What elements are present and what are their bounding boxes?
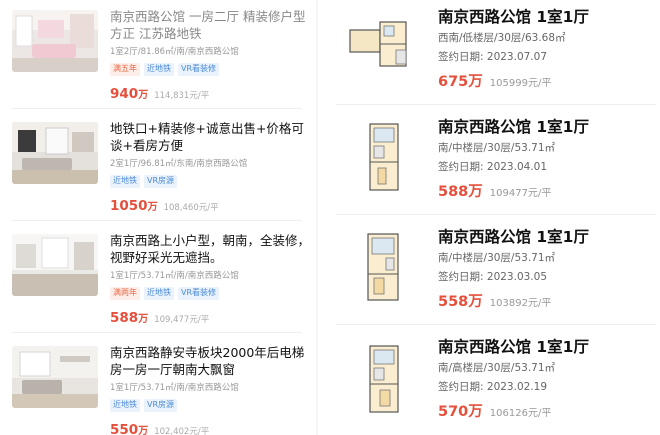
tag-badge: 满五年: [110, 63, 140, 76]
listing-price: 1050万: [110, 198, 158, 214]
listing-card[interactable]: 南京西路公馆 一房二厅 精装修户型方正 江苏路地铁 1室2厅/81.86㎡/南/…: [0, 0, 315, 108]
listing-card[interactable]: 地铁口+精装修+诚意出售+价格可谈+看房方便 2室1厅/96.81㎡/东南/南京…: [0, 112, 315, 220]
sold-record[interactable]: 南京西路公馆 1室1厅 南/高楼层/30层/53.71㎡ 签约日期: 2023.…: [320, 330, 660, 435]
listing-meta: 1室1厅/53.71㎡/南/南京西路公馆: [110, 271, 239, 281]
sold-detail: 西南/低楼层/30层/63.68㎡: [438, 32, 566, 44]
listing-price: 940万: [110, 86, 149, 102]
divider: [12, 332, 302, 333]
listing-tags: 满两年 近地铁 VR看装修: [110, 287, 310, 301]
listing-photo[interactable]: [12, 346, 98, 408]
sold-title[interactable]: 南京西路公馆 1室1厅: [438, 337, 653, 357]
tag-badge: VR房源: [144, 175, 178, 188]
floor-plan-image[interactable]: [344, 8, 420, 90]
tag-badge: 近地铁: [144, 63, 174, 76]
sold-unit-price: 109477元/平: [489, 188, 552, 199]
sold-date: 签约日期: 2023.02.19: [438, 381, 548, 393]
listing-card[interactable]: 南京西路上小户型，朝南，全装修，视野好采光无遮挡。 1室1厅/53.71㎡/南/…: [0, 224, 315, 332]
sold-title[interactable]: 南京西路公馆 1室1厅: [438, 7, 653, 27]
floor-plan-image[interactable]: [344, 118, 420, 200]
sold-price: 570万: [438, 404, 483, 420]
listing-tags: 近地铁 VR房源: [110, 175, 310, 189]
sold-unit-price: 103892元/平: [489, 298, 552, 309]
listing-column: 南京西路公馆 一房二厅 精装修户型方正 江苏路地铁 1室2厅/81.86㎡/南/…: [0, 0, 315, 435]
tag-badge: 近地铁: [110, 399, 140, 412]
listing-title[interactable]: 地铁口+精装修+诚意出售+价格可谈+看房方便: [110, 120, 310, 154]
listing-price: 588万: [110, 310, 149, 326]
sold-records-column: 南京西路公馆 1室1厅 西南/低楼层/30层/63.68㎡ 签约日期: 2023…: [320, 0, 660, 435]
listing-photo[interactable]: [12, 234, 98, 296]
listing-unit-price: 108,460元/平: [163, 203, 219, 213]
sold-detail: 南/中楼层/30层/53.71㎡: [438, 142, 556, 154]
divider: [12, 220, 302, 221]
tag-badge: 近地铁: [110, 175, 140, 188]
sold-price: 588万: [438, 184, 483, 200]
listing-meta: 1室2厅/81.86㎡/南/南京西路公馆: [110, 47, 239, 57]
sold-price: 558万: [438, 294, 483, 310]
floor-plan-image[interactable]: [344, 228, 420, 310]
listing-tags: 近地铁 VR房源: [110, 399, 310, 413]
listing-unit-price: 102,402元/平: [154, 427, 210, 435]
tag-badge: VR看装修: [178, 287, 220, 300]
tag-badge: VR看装修: [178, 63, 220, 76]
sold-detail: 南/高楼层/30层/53.71㎡: [438, 362, 556, 374]
sold-unit-price: 105999元/平: [489, 78, 552, 89]
sold-record[interactable]: 南京西路公馆 1室1厅 南/中楼层/30层/53.71㎡ 签约日期: 2023.…: [320, 220, 660, 330]
listing-tags: 满五年 近地铁 VR看装修: [110, 63, 310, 77]
sold-title[interactable]: 南京西路公馆 1室1厅: [438, 117, 653, 137]
listing-title[interactable]: 南京西路上小户型，朝南，全装修，视野好采光无遮挡。: [110, 232, 310, 266]
divider: [336, 214, 656, 215]
listing-meta: 1室1厅/53.71㎡/南/南京西路公馆: [110, 383, 239, 393]
listing-photo[interactable]: [12, 10, 98, 72]
sold-record[interactable]: 南京西路公馆 1室1厅 西南/低楼层/30层/63.68㎡ 签约日期: 2023…: [320, 0, 660, 110]
divider: [12, 108, 302, 109]
sold-price: 675万: [438, 74, 483, 90]
sold-date: 签约日期: 2023.04.01: [438, 161, 548, 173]
divider: [336, 104, 656, 105]
sold-date: 签约日期: 2023.03.05: [438, 271, 548, 283]
sold-unit-price: 106126元/平: [489, 408, 552, 419]
floor-plan-image[interactable]: [344, 338, 420, 420]
sold-title[interactable]: 南京西路公馆 1室1厅: [438, 227, 653, 247]
listing-title[interactable]: 南京西路静安寺板块2000年后电梯房一房一厅朝南大飘窗: [110, 344, 310, 378]
tag-badge: 近地铁: [144, 287, 174, 300]
column-divider: [316, 0, 318, 435]
listing-title[interactable]: 南京西路公馆 一房二厅 精装修户型方正 江苏路地铁: [110, 8, 310, 42]
sold-record[interactable]: 南京西路公馆 1室1厅 南/中楼层/30层/53.71㎡ 签约日期: 2023.…: [320, 110, 660, 220]
divider: [336, 324, 656, 325]
tag-badge: VR房源: [144, 399, 178, 412]
listing-price: 550万: [110, 422, 149, 435]
sold-detail: 南/中楼层/30层/53.71㎡: [438, 252, 556, 264]
listing-photo[interactable]: [12, 122, 98, 184]
listing-meta: 2室1厅/96.81㎡/东南/南京西路公馆: [110, 159, 248, 169]
listing-unit-price: 114,831元/平: [154, 91, 210, 101]
tag-badge: 满两年: [110, 287, 140, 300]
listing-unit-price: 109,477元/平: [154, 315, 210, 325]
listing-card[interactable]: 南京西路静安寺板块2000年后电梯房一房一厅朝南大飘窗 1室1厅/53.71㎡/…: [0, 336, 315, 435]
sold-date: 签约日期: 2023.07.07: [438, 51, 548, 63]
